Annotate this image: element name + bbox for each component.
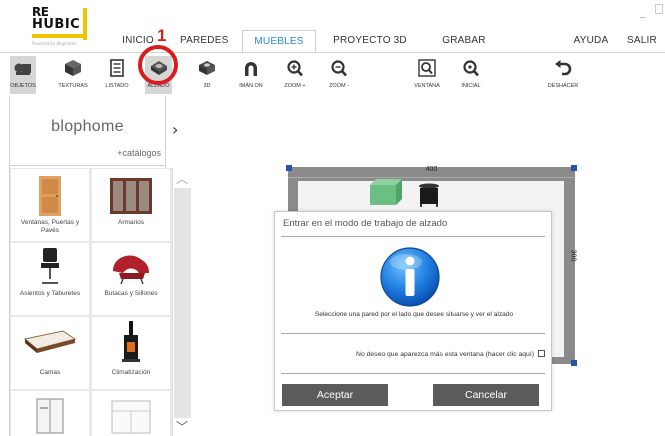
inicial-label: INICIAL <box>461 83 481 89</box>
zoom-in-icon <box>287 60 303 77</box>
accept-button[interactable]: Aceptar <box>282 384 388 406</box>
category-climatizacion[interactable]: Climatización <box>92 317 170 389</box>
door-icon <box>39 176 61 216</box>
dialog-divider <box>281 373 545 374</box>
zoom-out-icon <box>331 60 347 77</box>
view-3d-label: 3D <box>203 83 211 89</box>
dialog-divider <box>281 333 545 334</box>
minimize-button[interactable]: _ <box>640 4 646 18</box>
brand-separator <box>165 96 166 168</box>
alzado-dialog: Entrar en el modo de trabajo de alzado S… <box>274 211 552 411</box>
corner-handle[interactable] <box>286 165 292 171</box>
catalog-brand-panel: blophome +catálogos <box>10 96 165 166</box>
list-icon <box>110 59 124 77</box>
category-label: Armarios <box>117 219 144 226</box>
category-scrollbar[interactable]: ︿ ﹀ <box>172 168 192 436</box>
inicial-button[interactable]: INICIAL <box>458 56 484 94</box>
menu-paredes[interactable]: PAREDES <box>180 30 228 52</box>
catalog-brand-name: blophome <box>51 118 124 135</box>
category-label: Camas <box>39 369 61 376</box>
annotation-number: 1 <box>157 26 167 45</box>
stove-icon <box>122 321 140 362</box>
armchair-icon <box>113 255 149 285</box>
undo-icon <box>555 60 572 76</box>
menu-muebles[interactable]: MUEBLES <box>242 30 316 52</box>
category-ventanas[interactable]: Ventanas, Puertas y Pavés <box>11 169 89 241</box>
menu-ayuda[interactable]: AYUDA <box>570 30 612 52</box>
corner-handle[interactable] <box>571 165 577 171</box>
menu-salir[interactable]: SALIR <box>622 30 662 52</box>
menu-proyecto-3d[interactable]: PROYECTO 3D <box>332 30 408 52</box>
zoom-reset-icon <box>463 60 479 77</box>
wardrobe-icon <box>110 178 152 214</box>
info-icon <box>380 247 440 307</box>
objetos-label: OBJETOS <box>10 83 36 89</box>
category-asientos[interactable]: Asientos y Taburetes <box>11 243 89 315</box>
alzado-button[interactable]: ALZADO <box>145 56 172 94</box>
app-window: RE HUBIC Powered by Blophome _ INICIO PA… <box>0 0 665 436</box>
iman-label: IMÁN ON <box>239 83 263 89</box>
zoom-in-label: ZOOM + <box>284 83 306 89</box>
texturas-button[interactable]: TEXTURAS <box>56 56 90 94</box>
category-label: Butacas y Sillones <box>104 290 158 297</box>
toolbar: OBJETOS TEXTURAS LISTADO ALZADO 3D IMÁN … <box>0 56 665 96</box>
menu-divider <box>0 52 665 53</box>
category-label: Asientos y Taburetes <box>19 290 81 297</box>
dimension-line <box>288 177 575 178</box>
scrollbar-thumb[interactable] <box>174 188 191 418</box>
zoom-window-icon <box>418 59 436 77</box>
objetos-button[interactable]: OBJETOS <box>10 56 36 94</box>
category-grid: Ventanas, Puertas y Pavés Armarios Asien… <box>10 168 172 436</box>
dont-show-label: No deseo que aparezca más esta ventana (… <box>356 351 534 358</box>
alzado-label: ALZADO <box>147 83 170 89</box>
chevron-down-icon[interactable]: ﹀ <box>176 418 188 435</box>
objects-icon <box>14 63 31 75</box>
iman-button[interactable]: IMÁN ON <box>235 56 267 94</box>
dialog-message: Seleccione una pared por el lado que des… <box>314 311 514 318</box>
maximize-button[interactable] <box>655 4 663 14</box>
ventana-label: VENTANA <box>414 83 440 89</box>
cabinet-icon <box>36 398 64 434</box>
menu-inicio[interactable]: INICIO <box>120 30 156 52</box>
catalogs-link[interactable]: +catálogos <box>117 148 161 158</box>
deshacer-button[interactable]: DESHACER <box>545 56 581 94</box>
chair-object[interactable] <box>418 183 440 207</box>
view-3d-button[interactable]: 3D <box>196 56 218 94</box>
category-label: Climatización <box>111 369 151 376</box>
texturas-label: TEXTURAS <box>58 83 88 89</box>
drawer-icon <box>111 400 151 434</box>
zoom-out-label: ZOOM - <box>329 83 349 89</box>
dont-show-row: No deseo que aparezca más esta ventana (… <box>275 350 545 358</box>
category-muebles-bajos[interactable] <box>11 391 89 436</box>
bed-icon <box>23 330 77 353</box>
category-armarios[interactable]: Armarios <box>92 169 170 241</box>
category-butacas[interactable]: Butacas y Sillones <box>92 243 170 315</box>
listado-label: LISTADO <box>105 83 129 89</box>
listado-button[interactable]: LISTADO <box>102 56 132 94</box>
elevation-icon <box>150 61 167 75</box>
chevron-up-icon[interactable]: ︿ <box>176 170 188 187</box>
zoom-out-button[interactable]: ZOOM - <box>325 56 353 94</box>
plan-height-label: 300 <box>569 249 577 262</box>
chair-icon <box>41 248 59 284</box>
corner-handle[interactable] <box>571 360 577 366</box>
chevron-right-icon[interactable]: › <box>172 120 178 139</box>
category-cajoneras[interactable] <box>92 391 170 436</box>
cabinet-object[interactable] <box>368 179 404 205</box>
dialog-divider <box>281 236 545 237</box>
view-3d-icon <box>199 61 215 75</box>
dont-show-checkbox[interactable] <box>538 350 545 357</box>
cube-icon <box>65 60 81 76</box>
category-label: Ventanas, Puertas y Pavés <box>20 219 80 234</box>
magnet-icon <box>245 62 257 76</box>
main-menu: INICIO PAREDES MUEBLES PROYECTO 3D GRABA… <box>0 30 665 52</box>
deshacer-label: DESHACER <box>547 83 579 89</box>
menu-grabar[interactable]: GRABAR <box>440 30 488 52</box>
plan-width-label: 400 <box>425 166 438 173</box>
ventana-button[interactable]: VENTANA <box>410 56 444 94</box>
zoom-in-button[interactable]: ZOOM + <box>280 56 310 94</box>
dialog-title: Entrar en el modo de trabajo de alzado <box>283 218 448 229</box>
category-camas[interactable]: Camas <box>11 317 89 389</box>
cancel-button[interactable]: Cancelar <box>433 384 539 406</box>
